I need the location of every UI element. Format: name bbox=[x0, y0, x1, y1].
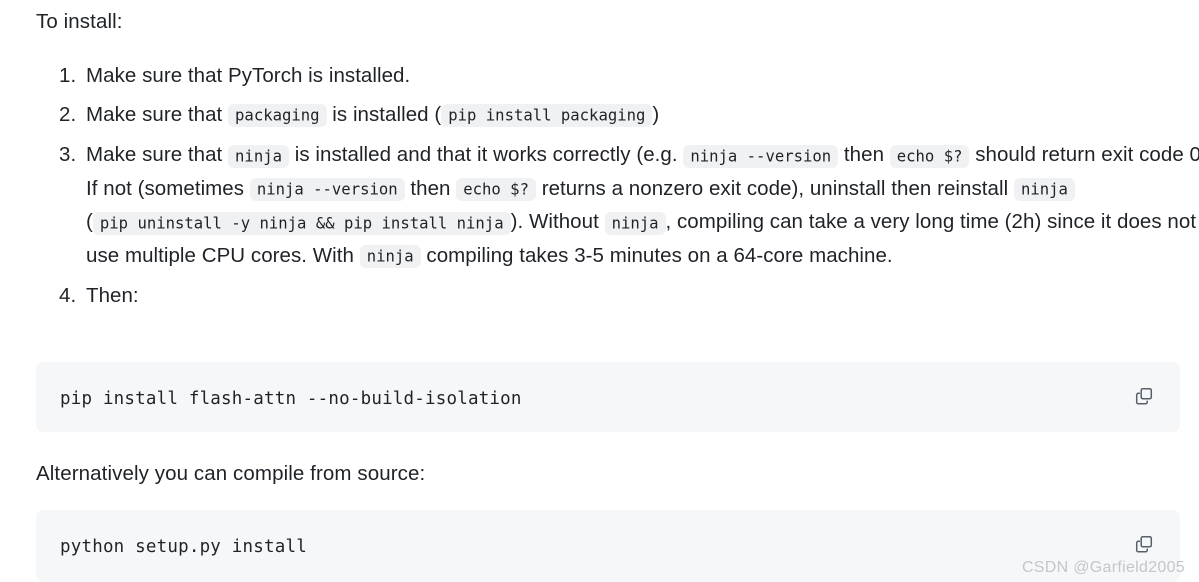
step-text: ) bbox=[652, 102, 660, 126]
inline-code: echo $? bbox=[889, 144, 970, 168]
install-step: Then: bbox=[82, 280, 1199, 312]
step-text: Make sure that PyTorch is installed. bbox=[86, 64, 411, 87]
inline-code: ninja bbox=[1013, 178, 1075, 201]
step-text: returns a nonzero exit code), uninstall … bbox=[535, 176, 1014, 200]
inline-code: pip install packaging bbox=[441, 104, 653, 127]
copy-icon bbox=[1134, 534, 1154, 554]
inline-code: packaging bbox=[228, 104, 327, 127]
inline-code: ninja --version bbox=[683, 144, 839, 168]
inline-code: ninja bbox=[228, 144, 289, 168]
csdn-watermark: CSDN @Garfield2005 bbox=[1021, 559, 1185, 576]
step-text: then bbox=[404, 176, 457, 200]
intro-paragraph: To install: bbox=[36, 10, 123, 33]
code-block-content: python setup.py install bbox=[60, 537, 307, 557]
install-step: Make sure that ninja is installed and th… bbox=[82, 139, 1199, 273]
step-text: is installed and that it works correctly… bbox=[289, 143, 684, 166]
step-text: is installed ( bbox=[326, 102, 442, 126]
code-block-content: pip install flash-attn --no-build-isolat… bbox=[60, 389, 522, 409]
step-text: Make sure that bbox=[86, 102, 229, 126]
step-text: then bbox=[838, 143, 890, 166]
install-step: Make sure that packaging is installed (p… bbox=[82, 99, 1199, 133]
step-text: ). Without bbox=[510, 210, 605, 233]
copy-code-button[interactable] bbox=[1130, 382, 1158, 410]
copy-icon bbox=[1134, 386, 1154, 406]
install-step: Make sure that PyTorch is installed. bbox=[82, 60, 1199, 92]
step-text: Then: bbox=[86, 284, 139, 307]
readme-install-section: To install: Make sure that PyTorch is in… bbox=[0, 0, 1199, 582]
step-text: Make sure that bbox=[86, 143, 229, 166]
step-text: compiling takes 3-5 minutes on a 64-core… bbox=[420, 243, 893, 267]
inline-code: pip uninstall -y ninja && pip install ni… bbox=[92, 211, 511, 235]
inline-code: echo $? bbox=[456, 178, 536, 201]
inline-code: ninja bbox=[359, 245, 421, 268]
code-block-pip-install: pip install flash-attn --no-build-isolat… bbox=[36, 362, 1180, 432]
code-block-python-setup: python setup.py install bbox=[36, 510, 1180, 582]
inline-code: ninja bbox=[604, 211, 666, 235]
install-steps-list: Make sure that PyTorch is installed. Make… bbox=[36, 60, 1199, 319]
inline-code: ninja --version bbox=[249, 178, 405, 201]
copy-code-button[interactable] bbox=[1130, 530, 1158, 558]
alternative-paragraph: Alternatively you can compile from sourc… bbox=[36, 462, 426, 485]
step-text: ( bbox=[86, 210, 93, 233]
